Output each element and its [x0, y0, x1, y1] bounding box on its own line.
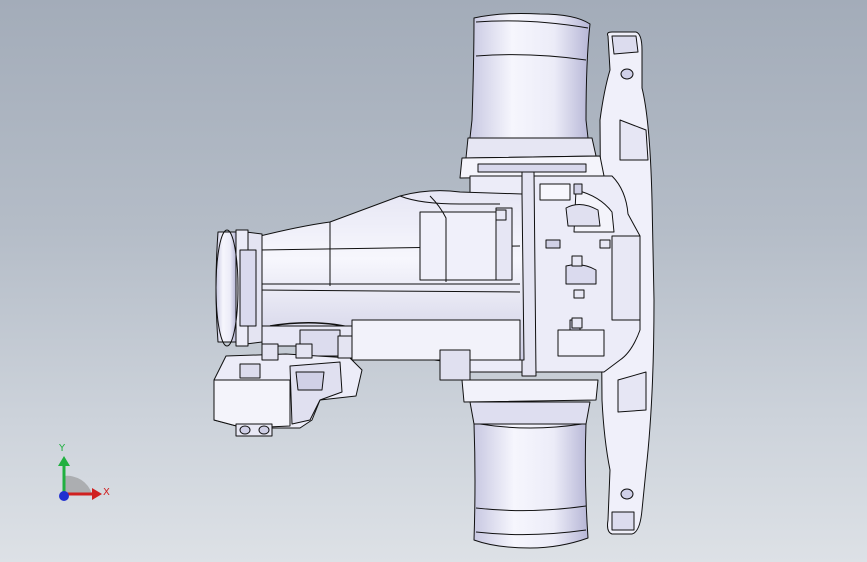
graphics-viewport[interactable]: Y X	[0, 0, 867, 562]
y-axis-label: Y	[59, 443, 66, 454]
gearbox-model[interactable]	[0, 0, 867, 562]
lower-axle-boot	[461, 379, 599, 549]
x-axis-label: X	[103, 487, 110, 498]
extension-housing	[249, 190, 525, 381]
coordinate-triad	[58, 456, 102, 501]
input-flange	[215, 229, 263, 347]
mount-bracket	[213, 335, 363, 437]
upper-axle-boot	[459, 13, 605, 179]
